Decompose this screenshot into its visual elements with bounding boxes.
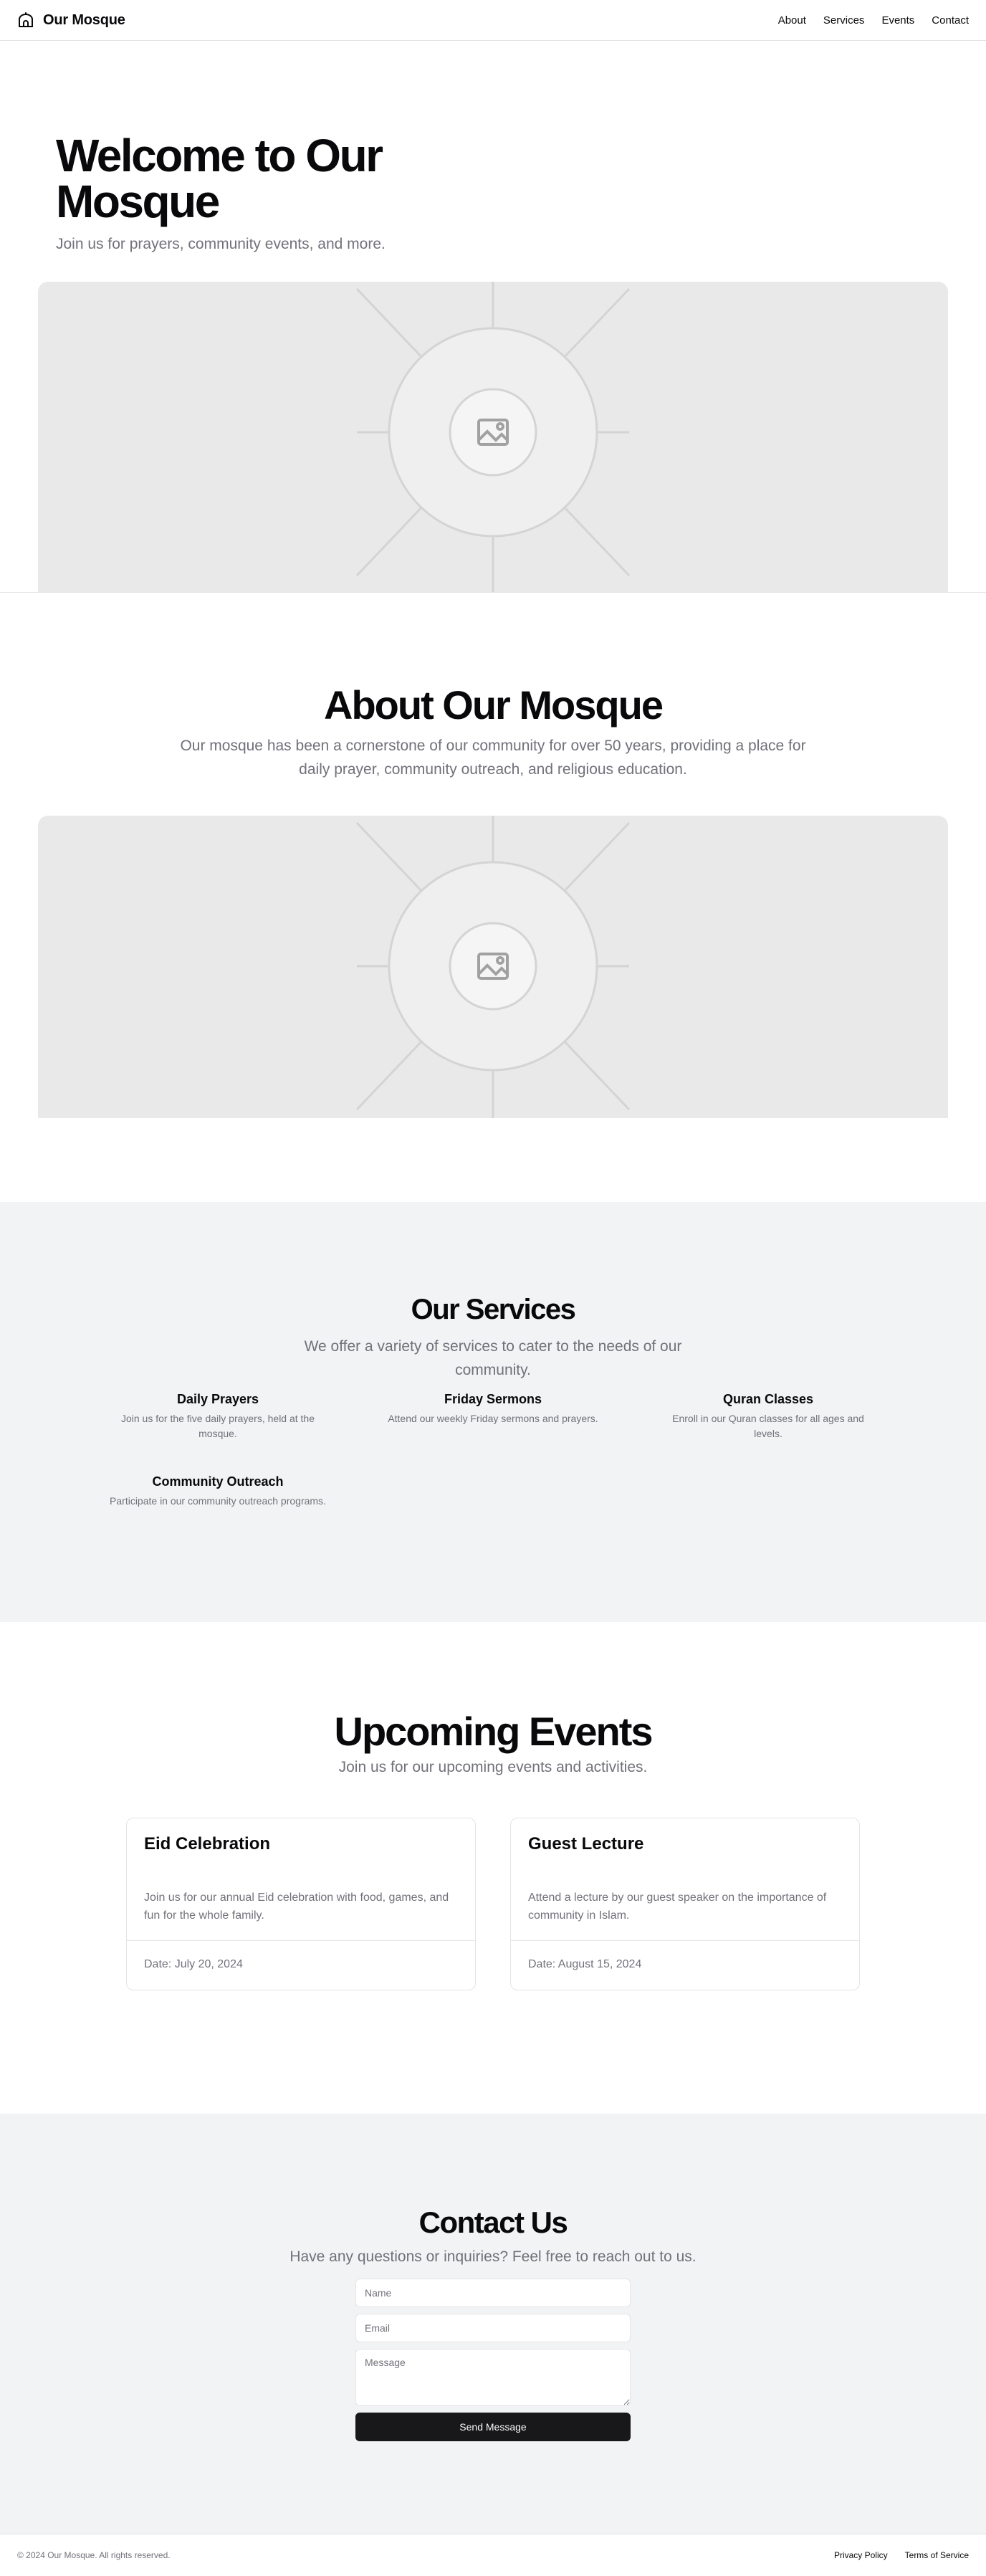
service-name: Quran Classes: [722, 1392, 814, 1406]
event-title: Eid Celebration: [144, 1834, 271, 1854]
hero-subtitle: Join us for prayers, community events, a…: [56, 236, 386, 252]
event-date: Date: August 15, 2024: [511, 1940, 859, 1990]
event-title: Guest Lecture: [528, 1834, 644, 1854]
privacy-policy-link[interactable]: Privacy Policy: [834, 2550, 888, 2560]
service-description: Join us for the five daily prayers, held…: [120, 1413, 315, 1439]
nav-link-services[interactable]: Services: [823, 14, 865, 27]
services-subtitle: We offer a variety of services to cater …: [304, 1338, 682, 1378]
site-footer: © 2024 Our Mosque. All rights reserved. …: [0, 2534, 986, 2576]
brand-name: Our Mosque: [43, 11, 125, 28]
nav-link-events[interactable]: Events: [881, 14, 914, 27]
events-section: Upcoming Events Join us for our upcoming…: [0, 1622, 986, 2114]
event-body: Eid Celebration Join us for our annual E…: [127, 1818, 475, 1940]
hero-section: Welcome to Our Mosque Join us for prayer…: [0, 41, 986, 593]
event-body: Guest Lecture Attend a lecture by our gu…: [511, 1818, 859, 1940]
email-field[interactable]: [355, 2314, 631, 2342]
service-card: Quran Classes Enroll in our Quran classe…: [659, 1392, 877, 1441]
nav-link-about[interactable]: About: [778, 14, 806, 27]
main-nav: About Services Events Contact: [778, 14, 969, 27]
image-placeholder-icon: [355, 282, 631, 592]
service-description: Attend our weekly Friday sermons and pra…: [388, 1413, 598, 1424]
service-name: Daily Prayers: [176, 1392, 259, 1406]
service-card: Community Outreach Participate in our co…: [109, 1474, 327, 1509]
services-section: Our Services We offer a variety of servi…: [0, 1202, 986, 1622]
event-card: Guest Lecture Attend a lecture by our gu…: [510, 1818, 860, 1990]
contact-form: Send Message: [355, 2279, 631, 2441]
service-description: Enroll in our Quran classes for all ages…: [672, 1413, 864, 1439]
service-card: Friday Sermons Attend our weekly Friday …: [384, 1392, 602, 1441]
hero-text: Welcome to Our Mosque Join us for prayer…: [38, 41, 948, 253]
about-text: Our mosque has been a cornerstone of our…: [180, 738, 806, 778]
service-card: Daily Prayers Join us for the five daily…: [109, 1392, 327, 1441]
event-card: Eid Celebration Join us for our annual E…: [126, 1818, 476, 1990]
about-title: About Our Mosque: [324, 682, 664, 728]
events-title: Upcoming Events: [334, 1709, 654, 1754]
mosque-icon: [17, 11, 34, 29]
service-description: Participate in our community outreach pr…: [110, 1495, 326, 1507]
services-title: Our Services: [411, 1294, 576, 1325]
name-field[interactable]: [355, 2279, 631, 2307]
events-subtitle: Join us for our upcoming events and acti…: [338, 1759, 648, 1775]
event-date: Date: July 20, 2024: [127, 1940, 475, 1990]
contact-subtitle: Have any questions or inquiries? Feel fr…: [289, 2248, 697, 2265]
hero-title: Welcome to Our Mosque: [56, 130, 383, 227]
service-name: Community Outreach: [152, 1474, 284, 1489]
nav-link-contact[interactable]: Contact: [932, 14, 969, 27]
brand-link[interactable]: Our Mosque: [17, 11, 125, 29]
contact-title: Contact Us: [418, 2205, 568, 2239]
event-description: Attend a lecture by our guest speaker on…: [528, 1892, 827, 1922]
services-grid: Daily Prayers Join us for the five daily…: [109, 1392, 877, 1509]
about-image: [38, 816, 948, 1118]
event-description: Join us for our annual Eid celebration w…: [144, 1892, 449, 1922]
send-message-button[interactable]: Send Message: [355, 2413, 631, 2441]
contact-section: Contact Us Have any questions or inquiri…: [0, 2114, 986, 2534]
service-name: Friday Sermons: [444, 1392, 542, 1406]
site-header: Our Mosque About Services Events Contact: [0, 0, 986, 41]
hero-image: [38, 282, 948, 592]
copyright-text: © 2024 Our Mosque. All rights reserved.: [17, 2550, 171, 2560]
footer-links: Privacy Policy Terms of Service: [834, 2550, 969, 2560]
events-grid: Eid Celebration Join us for our annual E…: [126, 1818, 860, 1990]
message-field[interactable]: [355, 2349, 631, 2406]
about-section: About Our Mosque Our mosque has been a c…: [0, 593, 986, 1202]
terms-of-service-link[interactable]: Terms of Service: [905, 2550, 969, 2560]
image-placeholder-icon: [355, 816, 631, 1118]
